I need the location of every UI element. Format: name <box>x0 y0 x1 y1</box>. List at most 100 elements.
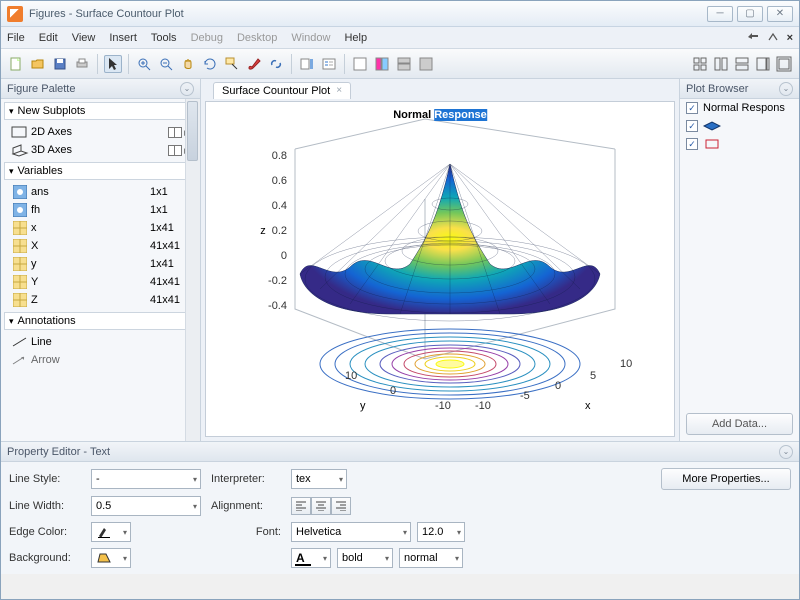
menu-file[interactable]: File <box>7 32 25 44</box>
property-editor-title: Property Editor - Text <box>7 446 110 458</box>
datacursor-icon[interactable] <box>223 55 241 73</box>
line-width-select[interactable]: 0.5 <box>91 496 201 516</box>
variables-header[interactable]: Variables <box>4 162 197 180</box>
x-label: x <box>585 400 591 412</box>
svg-text:-5: -5 <box>520 390 530 402</box>
close-button[interactable]: ✕ <box>767 6 793 22</box>
background-select[interactable] <box>91 548 131 568</box>
var-icon <box>9 203 31 217</box>
grid5-icon[interactable] <box>775 55 793 73</box>
variable-row[interactable]: y1x41 <box>1 255 200 273</box>
svg-text:0.4: 0.4 <box>272 200 287 212</box>
browser-item-axes[interactable]: ✓ Normal Respons <box>680 99 799 117</box>
font-color-select[interactable]: A <box>291 548 331 568</box>
browser-item-label: Normal Respons <box>703 102 785 114</box>
chart-title[interactable]: Normal Response <box>393 106 487 121</box>
variable-row[interactable]: fh1x1 <box>1 201 200 219</box>
plot-area: Surface Countour Plot × Normal Response <box>201 79 679 441</box>
variable-row[interactable]: Y41x41 <box>1 273 200 291</box>
zoom-out-icon[interactable] <box>157 55 175 73</box>
var-icon <box>9 221 31 235</box>
variable-row[interactable]: x1x41 <box>1 219 200 237</box>
align-left-button[interactable] <box>291 497 311 515</box>
open-icon[interactable] <box>29 55 47 73</box>
font-weight-select[interactable]: bold <box>337 548 393 568</box>
edge-color-select[interactable] <box>91 522 131 542</box>
svg-text:0: 0 <box>390 385 396 397</box>
variable-row[interactable]: Z41x41 <box>1 291 200 309</box>
interpreter-select[interactable]: tex <box>291 469 347 489</box>
font-angle-select[interactable]: normal <box>399 548 463 568</box>
annotation-line[interactable]: Line <box>1 333 200 351</box>
new-icon[interactable] <box>7 55 25 73</box>
toolbar <box>1 49 799 79</box>
font-select[interactable]: Helvetica <box>291 522 411 542</box>
dock-up-icon[interactable] <box>767 32 779 44</box>
variable-row[interactable]: ans1x1 <box>1 183 200 201</box>
zoom-in-icon[interactable] <box>135 55 153 73</box>
pan-icon[interactable] <box>179 55 197 73</box>
grid2-icon[interactable] <box>712 55 730 73</box>
panel2-icon[interactable] <box>373 55 391 73</box>
checkbox-icon[interactable]: ✓ <box>686 120 698 132</box>
undock-icon[interactable] <box>747 32 759 44</box>
tab-close-icon[interactable]: × <box>336 85 342 96</box>
rotate-icon[interactable] <box>201 55 219 73</box>
panel1-icon[interactable] <box>351 55 369 73</box>
pointer-icon[interactable] <box>104 55 122 73</box>
property-menu-icon[interactable]: ⌄ <box>779 445 793 459</box>
maximize-button[interactable]: ▢ <box>737 6 763 22</box>
checkbox-icon[interactable]: ✓ <box>686 102 698 114</box>
scrollbar[interactable] <box>185 99 200 441</box>
content-row: Figure Palette ⌄ New Subplots 2D Axes ▸ … <box>1 79 799 441</box>
menu-tools[interactable]: Tools <box>151 32 177 44</box>
add-data-button[interactable]: Add Data... <box>686 413 793 435</box>
legend-icon[interactable] <box>320 55 338 73</box>
menu-help[interactable]: Help <box>344 32 367 44</box>
colorbar-icon[interactable] <box>298 55 316 73</box>
link-icon[interactable] <box>267 55 285 73</box>
annotation-arrow[interactable]: Arrow <box>1 351 200 369</box>
minimize-button[interactable]: ─ <box>707 6 733 22</box>
axes-2d-row[interactable]: 2D Axes ▸ <box>1 123 200 141</box>
tab-label: Surface Countour Plot <box>222 85 330 97</box>
menu-window[interactable]: Window <box>291 32 330 44</box>
panel4-icon[interactable] <box>417 55 435 73</box>
grid4-icon[interactable] <box>754 55 772 73</box>
print-icon[interactable] <box>73 55 91 73</box>
browser-menu-icon[interactable]: ⌄ <box>779 82 793 96</box>
line-style-select[interactable]: - <box>91 469 201 489</box>
variable-row[interactable]: X41x41 <box>1 237 200 255</box>
window-title: Figures - Surface Countour Plot <box>29 8 703 20</box>
new-subplots-header[interactable]: New Subplots <box>4 102 197 120</box>
more-properties-button[interactable]: More Properties... <box>661 468 791 490</box>
palette-menu-icon[interactable]: ⌄ <box>180 82 194 96</box>
close-panel-icon[interactable]: × <box>787 32 793 44</box>
axes-3d-row[interactable]: 3D Axes ▸ <box>1 141 200 159</box>
surface-plot: -0.4-0.2 00.2 0.40.6 0.8 z <box>225 109 655 429</box>
menu-desktop[interactable]: Desktop <box>237 32 277 44</box>
title-bar: Figures - Surface Countour Plot ─ ▢ ✕ <box>1 1 799 27</box>
align-center-button[interactable] <box>311 497 331 515</box>
grid-icon[interactable] <box>168 145 182 156</box>
align-right-button[interactable] <box>331 497 351 515</box>
grid3-icon[interactable] <box>733 55 751 73</box>
browser-item-surface[interactable]: ✓ <box>680 117 799 135</box>
menu-edit[interactable]: Edit <box>39 32 58 44</box>
line-style-label: Line Style: <box>9 473 81 485</box>
plot-canvas[interactable]: Normal Response <box>205 101 675 437</box>
menu-debug[interactable]: Debug <box>191 32 223 44</box>
font-size-select[interactable]: 12.0 <box>417 522 465 542</box>
save-icon[interactable] <box>51 55 69 73</box>
tab-surface-contour[interactable]: Surface Countour Plot × <box>213 82 351 99</box>
browser-item-contour[interactable]: ✓ <box>680 135 799 153</box>
panel3-icon[interactable] <box>395 55 413 73</box>
svg-text:10: 10 <box>345 370 357 382</box>
menu-insert[interactable]: Insert <box>109 32 137 44</box>
brush-icon[interactable] <box>245 55 263 73</box>
menu-view[interactable]: View <box>72 32 96 44</box>
annotations-header[interactable]: Annotations <box>4 312 197 330</box>
grid-icon[interactable] <box>168 127 182 138</box>
grid1-icon[interactable] <box>691 55 709 73</box>
checkbox-icon[interactable]: ✓ <box>686 138 698 150</box>
